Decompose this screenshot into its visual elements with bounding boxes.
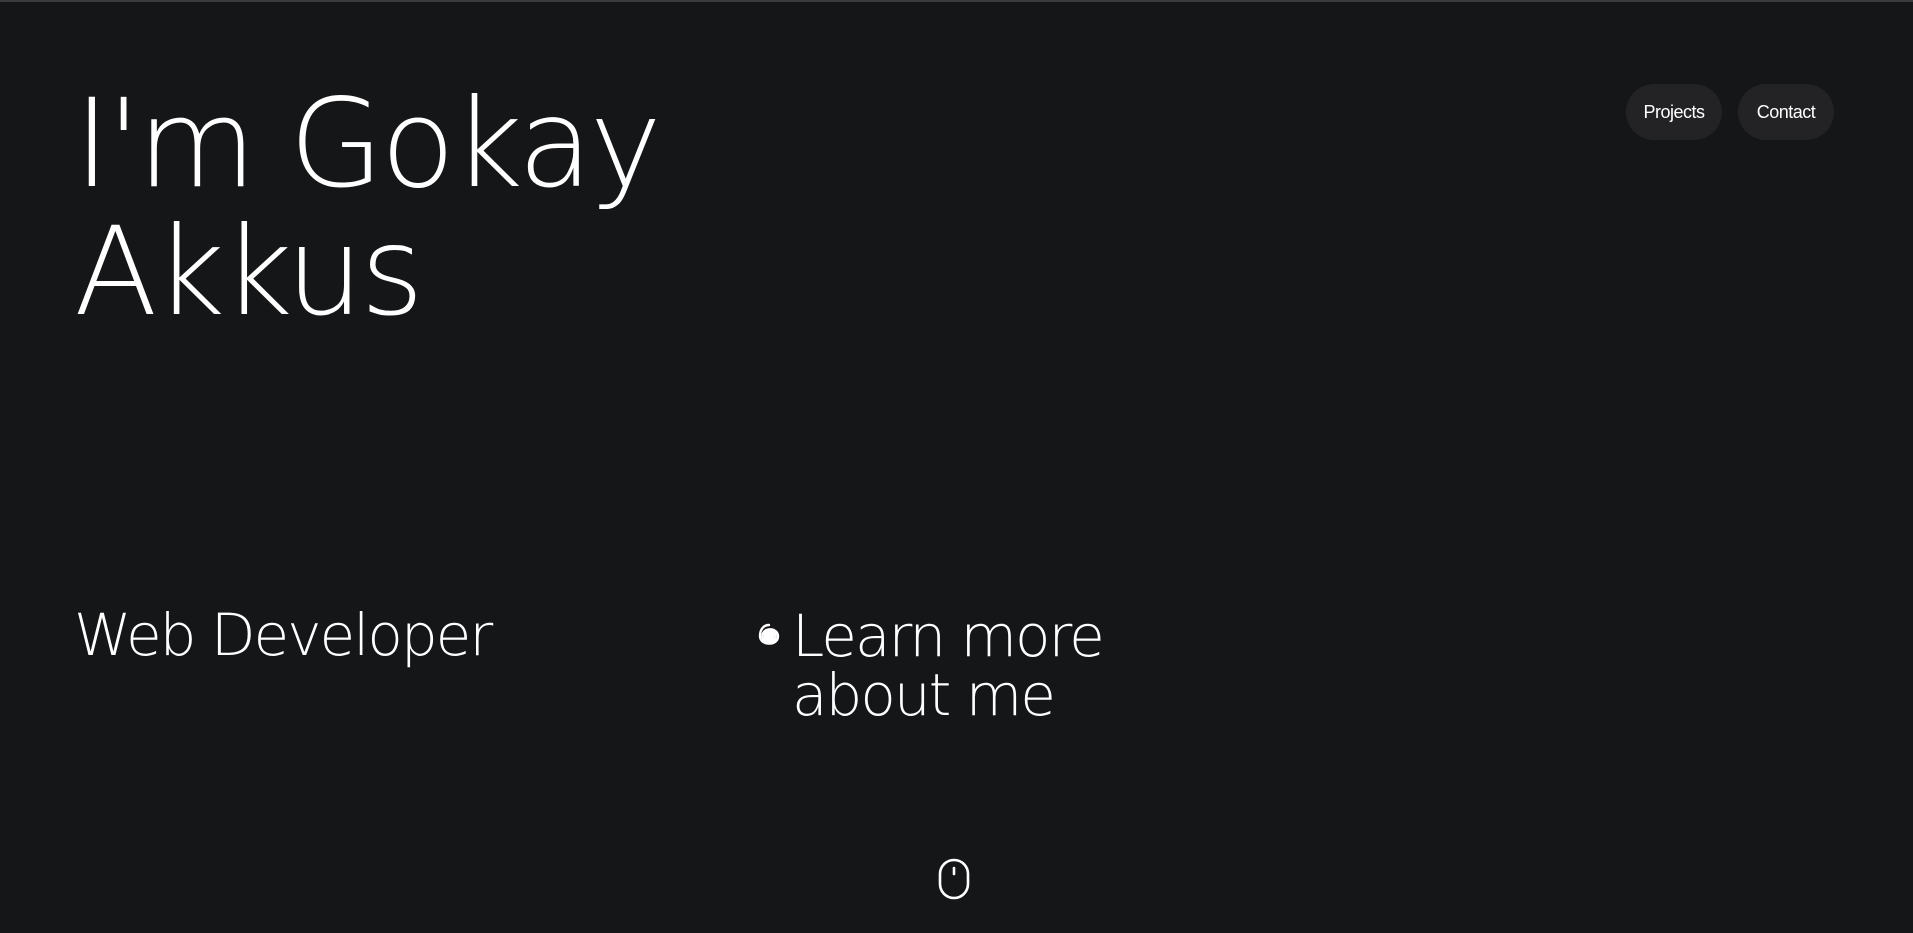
hero-title-line-1: I'm Gokay (74, 73, 662, 215)
top-nav: Projects Contact (1626, 84, 1834, 140)
hero-title-line-2: Akkus (74, 201, 424, 343)
page: I'm Gokay Akkus Projects Contact Web Dev… (0, 0, 1913, 933)
learn-more-text: Learn more about me (792, 602, 1105, 729)
hero-title: I'm Gokay Akkus (74, 73, 662, 343)
spiral-icon (758, 623, 780, 645)
contact-button[interactable]: Contact (1738, 84, 1834, 140)
mouse-icon[interactable] (938, 858, 970, 900)
learn-more-line-1: Learn more (792, 602, 1105, 670)
projects-button[interactable]: Projects (1626, 84, 1722, 140)
learn-more-line-2: about me (792, 661, 1056, 729)
role-text: Web Developer (74, 601, 493, 669)
learn-more-link[interactable]: Learn more about me (752, 602, 1105, 729)
